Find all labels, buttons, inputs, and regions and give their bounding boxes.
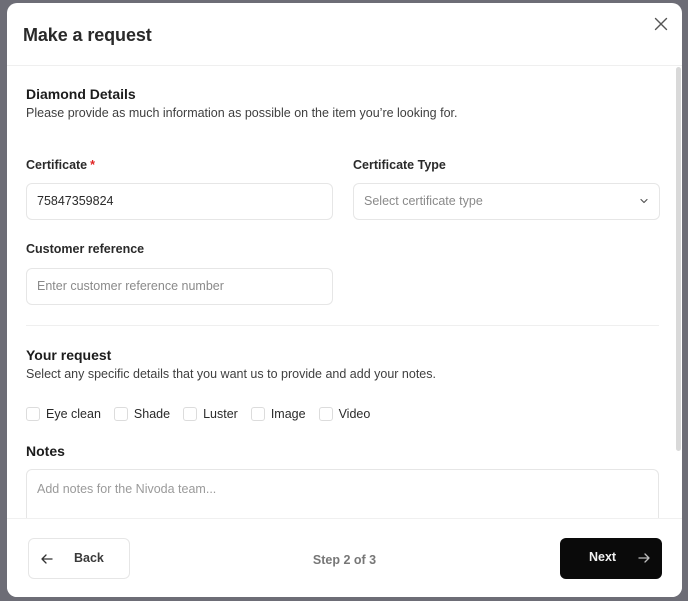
arrow-right-icon [638,553,650,563]
customer-reference-label: Customer reference [26,242,145,256]
make-request-modal: Make a request Diamond Details Please pr… [7,3,682,597]
modal-body: Diamond Details Please provide as much i… [7,67,682,519]
next-button[interactable]: Next [560,538,662,579]
option-video[interactable]: Video [318,407,371,421]
certificate-type-label: Certificate Type [353,158,446,172]
option-label: Eye clean [46,407,101,421]
chevron-down-icon [640,198,648,204]
certificate-input[interactable]: 75847359824 [26,183,333,220]
option-label: Shade [133,407,171,421]
your-request-title: Your request [26,347,112,363]
your-request-description: Select any specific details that you wan… [26,367,436,381]
certificate-type-select[interactable]: Select certificate type [353,183,660,220]
checkbox[interactable] [318,407,333,421]
close-icon [654,17,668,31]
checkbox[interactable] [250,407,265,421]
close-button[interactable] [652,15,670,33]
next-label: Next [589,550,617,564]
diamond-details-title: Diamond Details [26,86,136,102]
modal-header: Make a request [7,3,682,66]
modal-footer: Back Step 2 of 3 Next [7,518,682,597]
notes-title: Notes [26,443,65,459]
request-options: Eye clean Shade Luster Image Video [26,406,383,422]
checkbox[interactable] [113,407,128,421]
required-marker: * [90,158,96,172]
certificate-label: Certificate * [26,158,95,172]
option-luster[interactable]: Luster [183,407,238,421]
option-label: Image [270,407,306,421]
checkbox[interactable] [26,407,40,421]
customer-reference-input[interactable]: Enter customer reference number [26,268,333,305]
modal-title: Make a request [23,25,152,45]
notes-textarea[interactable]: Add notes for the Nivoda team... [26,469,659,519]
option-eye-clean[interactable]: Eye clean [26,407,101,421]
option-label: Luster [203,407,238,421]
option-label: Video [338,407,371,421]
scrollbar[interactable] [676,67,681,451]
section-divider [26,325,659,326]
certificate-type-placeholder: Select certificate type [364,194,483,208]
option-shade[interactable]: Shade [113,407,171,421]
diamond-details-description: Please provide as much information as po… [26,106,458,120]
option-image[interactable]: Image [250,407,306,421]
certificate-label-text: Certificate [26,158,88,172]
checkbox[interactable] [183,407,198,421]
